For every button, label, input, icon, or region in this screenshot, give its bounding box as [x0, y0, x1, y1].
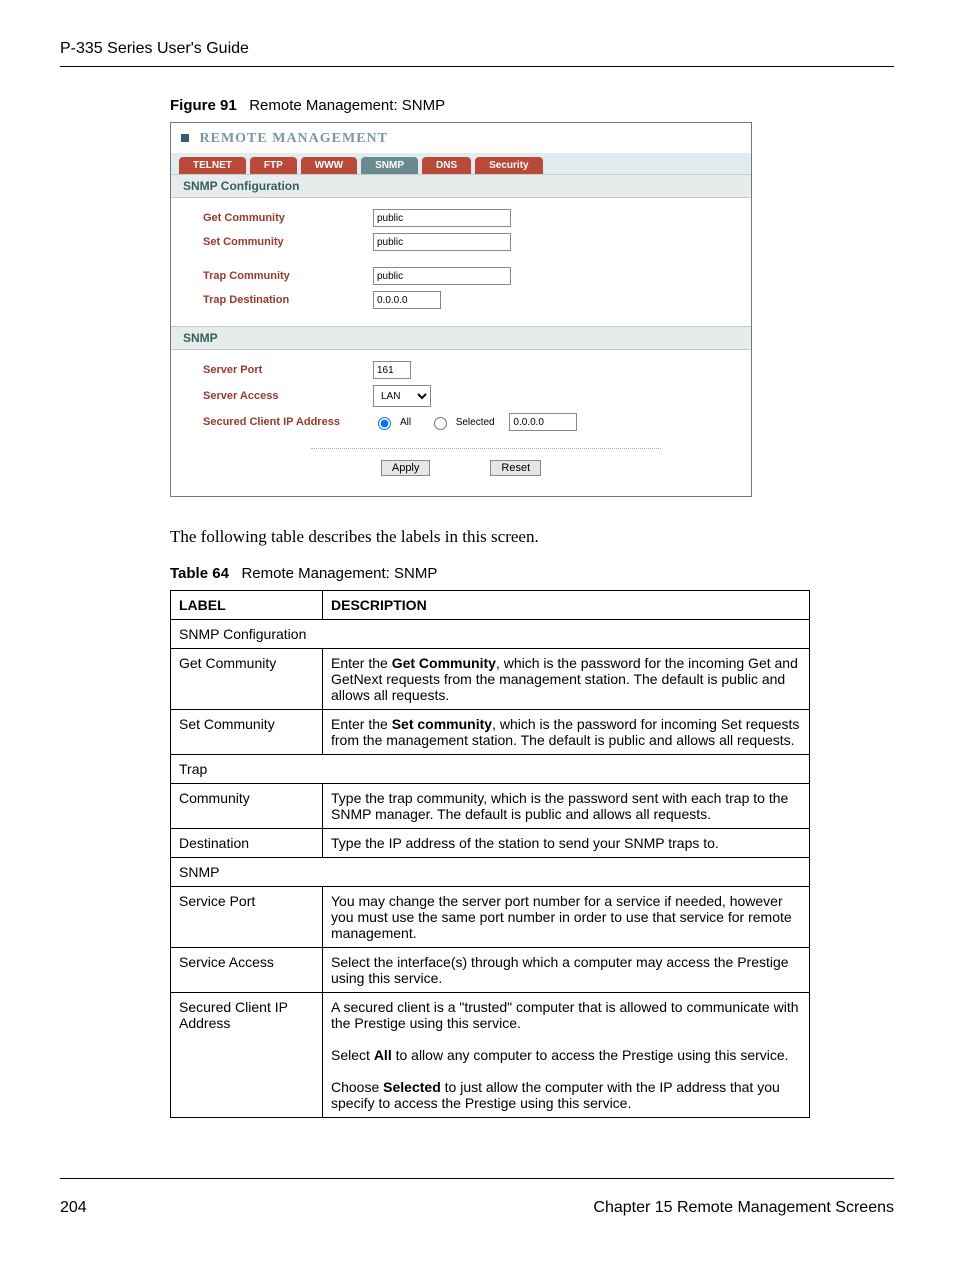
cell-label: Community — [171, 784, 323, 829]
cell-description: Type the trap community, which is the pa… — [323, 784, 810, 829]
cell-description: Select the interface(s) through which a … — [323, 948, 810, 993]
input-get-community[interactable] — [373, 209, 511, 227]
cell-label: SNMP — [171, 858, 810, 887]
section-snmp: SNMP — [171, 326, 751, 350]
tab-snmp[interactable]: SNMP — [361, 157, 418, 174]
tab-telnet[interactable]: TELNET — [179, 157, 246, 174]
tab-dns[interactable]: DNS — [422, 157, 471, 174]
th-description: DESCRIPTION — [323, 591, 810, 620]
table-row: Secured Client IP AddressA secured clien… — [171, 993, 810, 1118]
cell-description: A secured client is a "trusted" computer… — [323, 993, 810, 1118]
input-trap-destination[interactable] — [373, 291, 441, 309]
cell-description: Enter the Set community, which is the pa… — [323, 710, 810, 755]
cell-label: Set Community — [171, 710, 323, 755]
description-table: LABEL DESCRIPTION SNMP ConfigurationGet … — [170, 590, 810, 1118]
cell-label: Destination — [171, 829, 323, 858]
table-row: Set CommunityEnter the Set community, wh… — [171, 710, 810, 755]
tab-www[interactable]: WWW — [301, 157, 357, 174]
tab-security[interactable]: Security — [475, 157, 542, 174]
table-title: Remote Management: SNMP — [241, 565, 437, 582]
cell-label: Secured Client IP Address — [171, 993, 323, 1118]
table-row: SNMP — [171, 858, 810, 887]
reset-button[interactable]: Reset — [490, 460, 541, 476]
radio-all[interactable] — [378, 417, 391, 430]
label-get-community: Get Community — [203, 212, 373, 224]
label-server-access: Server Access — [203, 390, 373, 402]
table-row: Get CommunityEnter the Get Community, wh… — [171, 649, 810, 710]
table-row: Service PortYou may change the server po… — [171, 887, 810, 948]
cell-label: Service Port — [171, 887, 323, 948]
input-server-port[interactable] — [373, 361, 411, 379]
label-trap-destination: Trap Destination — [203, 294, 373, 306]
cell-description: You may change the server port number fo… — [323, 887, 810, 948]
figure-label: Figure 91 — [170, 97, 237, 114]
label-secured-ip: Secured Client IP Address — [203, 416, 373, 428]
table-caption: Table 64 Remote Management: SNMP — [60, 565, 894, 582]
label-trap-community: Trap Community — [203, 270, 373, 282]
th-label: LABEL — [171, 591, 323, 620]
tab-ftp[interactable]: FTP — [250, 157, 297, 174]
cell-label: Service Access — [171, 948, 323, 993]
input-set-community[interactable] — [373, 233, 511, 251]
radio-all-label: All — [400, 417, 411, 428]
apply-button[interactable]: Apply — [381, 460, 431, 476]
cell-label: Trap — [171, 755, 810, 784]
section-snmp-config: SNMP Configuration — [171, 174, 751, 198]
figure-title: Remote Management: SNMP — [249, 97, 445, 114]
input-trap-community[interactable] — [373, 267, 511, 285]
table-label: Table 64 — [170, 565, 229, 582]
input-secured-ip[interactable] — [509, 413, 577, 431]
table-row: CommunityType the trap community, which … — [171, 784, 810, 829]
table-row: SNMP Configuration — [171, 620, 810, 649]
chapter-title: Chapter 15 Remote Management Screens — [593, 1199, 894, 1217]
select-server-access[interactable]: LAN — [373, 385, 431, 407]
radio-selected[interactable] — [434, 417, 447, 430]
table-row: Service AccessSelect the interface(s) th… — [171, 948, 810, 993]
intro-paragraph: The following table describes the labels… — [170, 527, 894, 547]
label-server-port: Server Port — [203, 364, 373, 376]
panel-title: REMOTE MANAGEMENT — [171, 123, 751, 153]
cell-label: Get Community — [171, 649, 323, 710]
label-set-community: Set Community — [203, 236, 373, 248]
figure-caption: Figure 91 Remote Management: SNMP — [60, 97, 894, 114]
screenshot-panel: REMOTE MANAGEMENT TELNET FTP WWW SNMP DN… — [170, 122, 752, 497]
radio-selected-label: Selected — [456, 417, 495, 428]
tab-row: TELNET FTP WWW SNMP DNS Security — [171, 153, 751, 174]
bullet-icon — [181, 134, 189, 142]
cell-description: Type the IP address of the station to se… — [323, 829, 810, 858]
page-number: 204 — [60, 1199, 87, 1217]
cell-description: Enter the Get Community, which is the pa… — [323, 649, 810, 710]
document-header: P-335 Series User's Guide — [60, 40, 894, 67]
table-row: Trap — [171, 755, 810, 784]
table-row: DestinationType the IP address of the st… — [171, 829, 810, 858]
cell-label: SNMP Configuration — [171, 620, 810, 649]
